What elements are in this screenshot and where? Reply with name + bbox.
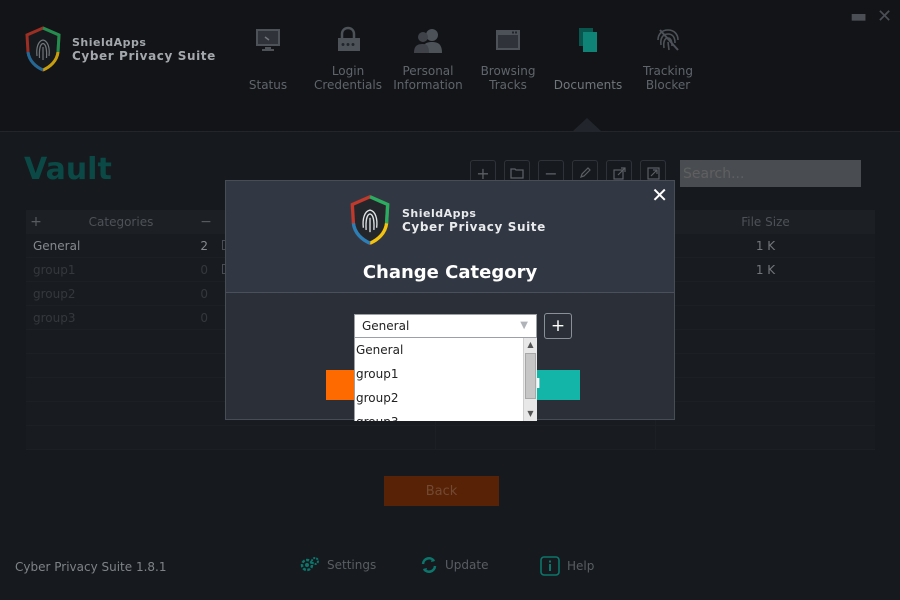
scroll-up-icon[interactable]: ▲ bbox=[524, 338, 537, 352]
category-select-value: General bbox=[362, 319, 410, 333]
scroll-down-icon[interactable]: ▼ bbox=[524, 407, 537, 421]
dropdown-option[interactable]: General bbox=[355, 338, 537, 362]
dialog-header: ShieldApps Cyber Privacy Suite ✕ Change … bbox=[226, 181, 674, 293]
dialog-logo: ShieldApps Cyber Privacy Suite bbox=[349, 194, 546, 246]
dialog-close-button[interactable]: ✕ bbox=[651, 183, 668, 207]
dropdown-option[interactable]: group1 bbox=[355, 362, 537, 386]
dropdown-option[interactable]: group3 bbox=[355, 410, 537, 421]
category-dropdown-list: General group1 group2 group3 ▲ ▼ bbox=[354, 338, 537, 421]
brand-line-2: Cyber Privacy Suite bbox=[402, 219, 546, 234]
shield-logo-icon bbox=[350, 194, 390, 246]
dropdown-scrollbar[interactable]: ▲ ▼ bbox=[523, 338, 537, 421]
category-select[interactable]: General ▼ bbox=[354, 314, 537, 338]
chevron-down-icon: ▼ bbox=[520, 320, 528, 331]
cancel-button[interactable]: l bbox=[534, 370, 580, 400]
confirm-button[interactable] bbox=[326, 370, 356, 400]
add-new-category-button[interactable]: + bbox=[544, 313, 572, 339]
scrollbar-thumb[interactable] bbox=[525, 353, 536, 399]
change-category-dialog: ShieldApps Cyber Privacy Suite ✕ Change … bbox=[225, 180, 675, 421]
dropdown-option[interactable]: group2 bbox=[355, 386, 537, 410]
dialog-title: Change Category bbox=[362, 262, 538, 283]
brand-line-1: ShieldApps bbox=[402, 206, 477, 220]
